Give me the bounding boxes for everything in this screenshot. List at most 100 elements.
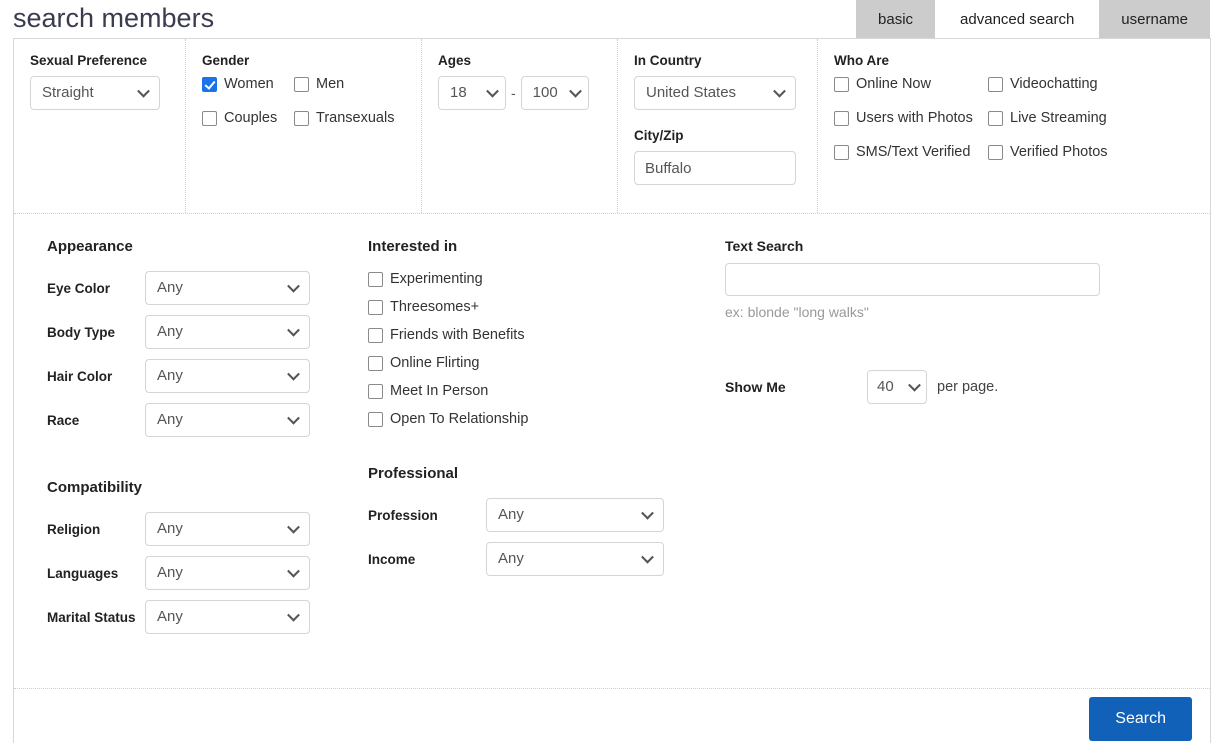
gender-label-women: Women xyxy=(224,76,274,92)
who-are-option-sms-text-verified[interactable]: SMS/Text Verified xyxy=(834,144,988,160)
interested-in-option-threesomes[interactable]: Threesomes+ xyxy=(359,299,714,315)
eye-color-field: Eye Color Any xyxy=(35,271,359,305)
race-select-wrap: Any xyxy=(145,403,310,437)
city-zip-label: City/Zip xyxy=(634,128,684,143)
interested-in-section-title: Interested in xyxy=(368,238,458,255)
marital-status-select[interactable]: Any xyxy=(145,600,310,634)
country-select[interactable]: United States xyxy=(634,76,796,110)
tab-advanced-search-label: advanced search xyxy=(960,10,1075,28)
who-are-option-verified-photos[interactable]: Verified Photos xyxy=(988,144,1194,160)
who-are-option-videochatting[interactable]: Videochatting xyxy=(988,76,1194,92)
gender-checkbox-women[interactable] xyxy=(202,76,217,92)
country-select-wrap: United States xyxy=(634,76,796,110)
search-form-panel: Sexual Preference Straight Gender Women … xyxy=(13,38,1211,743)
hair-color-select[interactable]: Any xyxy=(145,359,310,393)
interested-in-option-open-to-relationship[interactable]: Open To Relationship xyxy=(359,411,714,427)
religion-select[interactable]: Any xyxy=(145,512,310,546)
race-field: Race Any xyxy=(35,403,359,437)
age-min-select[interactable]: 18 xyxy=(438,76,506,110)
tab-username[interactable]: username xyxy=(1099,0,1210,38)
who-are-checkbox-online-now[interactable] xyxy=(834,76,849,92)
tab-basic[interactable]: basic xyxy=(856,0,936,38)
gender-option-transexuals[interactable]: Transexuals xyxy=(294,110,405,126)
who-are-checkbox-grid: Online Now Videochatting Users with Phot… xyxy=(834,76,1194,160)
profession-label: Profession xyxy=(368,507,438,523)
who-are-label-verified-photos: Verified Photos xyxy=(1010,144,1108,160)
gender-checkbox-transexuals[interactable] xyxy=(294,110,309,126)
race-select[interactable]: Any xyxy=(145,403,310,437)
tab-advanced-search[interactable]: advanced search xyxy=(938,0,1097,38)
interested-in-option-friends-with-benefits[interactable]: Friends with Benefits xyxy=(359,327,714,343)
interested-in-checkbox-online-flirting[interactable] xyxy=(368,355,383,371)
languages-select[interactable]: Any xyxy=(145,556,310,590)
sexual-preference-group: Sexual Preference Straight xyxy=(14,39,186,213)
interested-in-option-experimenting[interactable]: Experimenting xyxy=(359,271,714,287)
detailed-filters-row: Appearance Eye Color Any Body Type Any H… xyxy=(14,213,1210,663)
gender-group: Gender Women Men Couples Transexuals xyxy=(186,39,422,213)
hair-color-field: Hair Color Any xyxy=(35,359,359,393)
who-are-label-videochatting: Videochatting xyxy=(1010,76,1098,92)
who-are-option-live-streaming[interactable]: Live Streaming xyxy=(988,110,1194,126)
interested-in-checkbox-experimenting[interactable] xyxy=(368,271,383,287)
interested-in-checkbox-list: Experimenting Threesomes+ Friends with B… xyxy=(359,271,714,427)
religion-label: Religion xyxy=(47,521,101,537)
gender-label-men: Men xyxy=(316,76,345,92)
interested-in-label-threesomes: Threesomes+ xyxy=(390,299,480,315)
profession-field: Profession Any xyxy=(359,498,714,532)
age-min-select-wrap: 18 xyxy=(438,76,506,110)
body-type-select[interactable]: Any xyxy=(145,315,310,349)
text-search-label: Text Search xyxy=(725,238,804,254)
left-filter-column: Appearance Eye Color Any Body Type Any H… xyxy=(14,238,359,663)
interested-in-checkbox-threesomes[interactable] xyxy=(368,299,383,315)
eye-color-label: Eye Color xyxy=(47,280,111,296)
appearance-section-title: Appearance xyxy=(47,238,133,255)
who-are-checkbox-verified-photos[interactable] xyxy=(988,144,1003,160)
search-button[interactable]: Search xyxy=(1089,697,1192,741)
race-label: Race xyxy=(47,412,80,428)
interested-in-label-meet-in-person: Meet In Person xyxy=(390,383,489,399)
income-field: Income Any xyxy=(359,542,714,576)
languages-field: Languages Any xyxy=(35,556,359,590)
sexual-preference-select[interactable]: Straight xyxy=(30,76,160,110)
income-select-wrap: Any xyxy=(486,542,664,576)
gender-checkbox-men[interactable] xyxy=(294,76,309,92)
who-are-checkbox-sms-text-verified[interactable] xyxy=(834,144,849,160)
middle-filter-column: Interested in Experimenting Threesomes+ … xyxy=(359,238,714,663)
interested-in-checkbox-meet-in-person[interactable] xyxy=(368,383,383,399)
profession-select[interactable]: Any xyxy=(486,498,664,532)
who-are-checkbox-users-with-photos[interactable] xyxy=(834,110,849,126)
ages-label: Ages xyxy=(438,53,472,68)
interested-in-checkbox-open-to-relationship[interactable] xyxy=(368,411,383,427)
who-are-option-online-now[interactable]: Online Now xyxy=(834,76,988,92)
per-page-text: per page. xyxy=(937,379,999,395)
income-select[interactable]: Any xyxy=(486,542,664,576)
professional-section-title: Professional xyxy=(368,465,459,482)
page-title: search members xyxy=(13,3,215,33)
interested-in-checkbox-friends-with-benefits[interactable] xyxy=(368,327,383,343)
gender-option-women[interactable]: Women xyxy=(202,76,294,92)
age-max-select[interactable]: 100 xyxy=(520,76,589,110)
marital-status-label: Marital Status xyxy=(47,609,136,625)
interested-in-label-friends-with-benefits: Friends with Benefits xyxy=(390,327,525,343)
interested-in-option-meet-in-person[interactable]: Meet In Person xyxy=(359,383,714,399)
body-type-select-wrap: Any xyxy=(145,315,310,349)
professional-section: Professional Profession Any Income Any xyxy=(359,465,714,576)
text-search-input[interactable] xyxy=(725,263,1100,296)
languages-label: Languages xyxy=(47,565,119,581)
gender-option-men[interactable]: Men xyxy=(294,76,405,92)
interested-in-option-online-flirting[interactable]: Online Flirting xyxy=(359,355,714,371)
sexual-preference-label: Sexual Preference xyxy=(30,53,148,68)
show-me-select[interactable]: 40 xyxy=(867,370,927,404)
who-are-checkbox-videochatting[interactable] xyxy=(988,76,1003,92)
who-are-option-users-with-photos[interactable]: Users with Photos xyxy=(834,110,988,126)
tab-basic-label: basic xyxy=(878,10,914,28)
body-type-field: Body Type Any xyxy=(35,315,359,349)
eye-color-select[interactable]: Any xyxy=(145,271,310,305)
gender-checkbox-couples[interactable] xyxy=(202,110,217,126)
languages-select-wrap: Any xyxy=(145,556,310,590)
gender-label-couples: Couples xyxy=(224,110,278,126)
who-are-checkbox-live-streaming[interactable] xyxy=(988,110,1003,126)
gender-option-couples[interactable]: Couples xyxy=(202,110,294,126)
sexual-preference-select-wrap: Straight xyxy=(30,76,160,110)
city-zip-input[interactable] xyxy=(634,151,796,185)
